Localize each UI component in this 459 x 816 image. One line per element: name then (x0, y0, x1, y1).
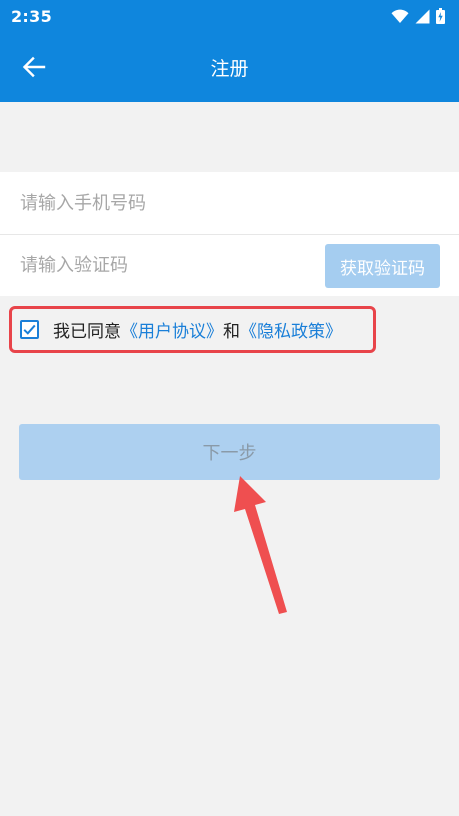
page-title: 注册 (210, 57, 249, 80)
privacy-policy-link[interactable]: 《隐私政策》 (240, 322, 342, 342)
register-form: 获取验证码 (0, 172, 459, 296)
status-time: 2:35 (11, 6, 52, 26)
back-button[interactable] (18, 52, 50, 82)
wifi-icon (391, 9, 409, 23)
agreement-prefix: 我已同意 (53, 322, 121, 342)
battery-icon (436, 8, 445, 24)
phone-input[interactable] (0, 172, 300, 234)
agreement-text: 我已同意《用户协议》和《隐私政策》 (53, 317, 342, 342)
agreement-row: 我已同意《用户协议》和《隐私政策》 (9, 306, 376, 353)
phone-row (0, 172, 459, 234)
arrow-left-icon (22, 56, 46, 78)
agreement-and: 和 (223, 322, 240, 342)
user-agreement-link[interactable]: 《用户协议》 (121, 322, 223, 342)
get-code-button[interactable]: 获取验证码 (325, 244, 440, 288)
code-row: 获取验证码 (0, 234, 459, 296)
next-step-button[interactable]: 下一步 (19, 424, 440, 480)
agreement-checkbox[interactable] (20, 320, 39, 339)
verification-code-input[interactable] (0, 235, 300, 296)
app-bar: 注册 (0, 32, 459, 102)
status-bar: 2:35 (0, 0, 459, 32)
check-icon (23, 324, 36, 335)
status-icons (391, 8, 445, 24)
signal-icon (415, 9, 430, 23)
annotation-arrow (234, 476, 287, 614)
register-screen: 2:35 注册 获取验 (0, 0, 459, 816)
